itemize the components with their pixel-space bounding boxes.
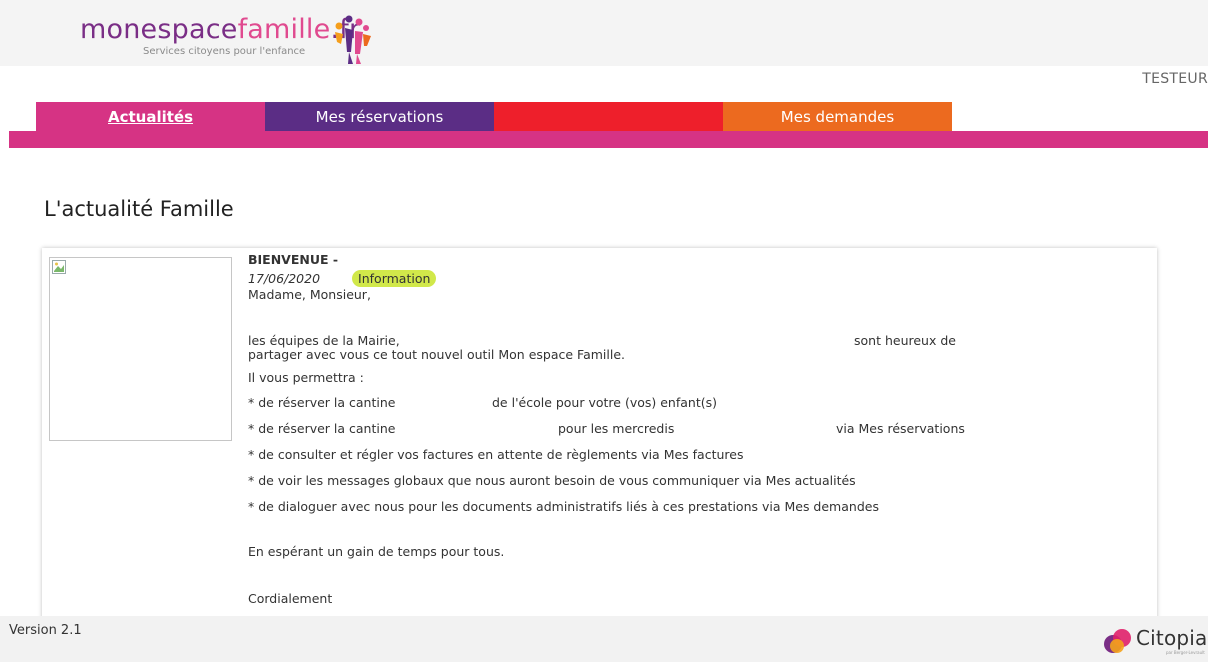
tab-unlabeled[interactable]	[494, 102, 723, 131]
main-nav: Actualités Mes réservations Mes demandes	[36, 102, 952, 131]
body-line: Il vous permettra :	[248, 370, 364, 385]
tab-actualites[interactable]: Actualités	[36, 102, 265, 131]
footer: Version 2.1 Citopia par Berger-Levrault	[0, 616, 1208, 662]
bullet-line: * de réserver la cantine de l'école pour…	[248, 395, 1128, 410]
news-content: BIENVENUE - 17/06/2020 Information Madam…	[248, 252, 1128, 607]
body-line: En espérant un gain de temps pour tous.	[248, 544, 505, 559]
news-card: BIENVENUE - 17/06/2020 Information Madam…	[42, 248, 1157, 628]
family-figures-icon	[335, 15, 371, 64]
logo-tagline: Services citoyens pour l'enfance	[143, 46, 306, 57]
tab-label: Mes réservations	[315, 107, 444, 126]
bullet-fragment: via Mes réservations	[836, 421, 965, 436]
bullet-line: * de consulter et régler vos factures en…	[248, 447, 744, 462]
citopia-wordmark: Citopia	[1136, 626, 1208, 650]
bullet-line: * de voir les messages globaux que nous …	[248, 473, 856, 488]
version-text: Version 2.1	[9, 623, 82, 638]
news-headline: BIENVENUE -	[248, 252, 339, 267]
citopia-logo-icon	[1104, 629, 1131, 653]
broken-image-icon	[52, 260, 66, 274]
bullet-text: * de réserver la cantine	[248, 421, 396, 436]
site-logo[interactable]: monespacefamille.fr Services citoyens po…	[80, 14, 361, 57]
body-line: Madame, Monsieur,	[248, 287, 371, 302]
news-image	[49, 257, 232, 441]
body-line-fragment: sont heureux de	[854, 333, 956, 348]
bullet-text: * de réserver la cantine	[248, 395, 396, 410]
tab-label: Actualités	[107, 107, 194, 126]
tab-mes-demandes[interactable]: Mes demandes	[723, 102, 952, 131]
page-title: L'actualité Famille	[44, 197, 234, 221]
nav-underline	[9, 131, 1208, 148]
tab-mes-reservations[interactable]: Mes réservations	[265, 102, 494, 131]
bullet-line: * de réserver la cantine pour les mercre…	[248, 421, 1128, 436]
brand-subtitle: par Berger-Levrault	[1166, 650, 1205, 655]
news-meta: 17/06/2020 Information	[248, 270, 1128, 287]
bullet-fragment: de l'école pour votre (vos) enfant(s)	[492, 395, 717, 410]
body-line: partager avec vous ce tout nouvel outil …	[248, 347, 626, 362]
bullet-fragment: pour les mercredis	[558, 421, 675, 436]
body-line-group: les équipes de la Mairie, sont heureux d…	[248, 333, 1128, 348]
body-line: Cordialement	[248, 591, 333, 606]
logo-text: monespacefamille.fr	[80, 14, 361, 45]
body-line: les équipes de la Mairie,	[248, 333, 400, 348]
news-date: 17/06/2020	[248, 271, 321, 286]
user-name[interactable]: TESTEUR	[1142, 71, 1208, 87]
bullet-line: * de dialoguer avec nous pour les docume…	[248, 499, 879, 514]
header-subbar	[0, 66, 1208, 102]
citopia-logo[interactable]: Citopia par Berger-Levrault	[1103, 626, 1208, 656]
category-badge: Information	[352, 270, 437, 287]
tab-label: Mes demandes	[780, 107, 895, 126]
